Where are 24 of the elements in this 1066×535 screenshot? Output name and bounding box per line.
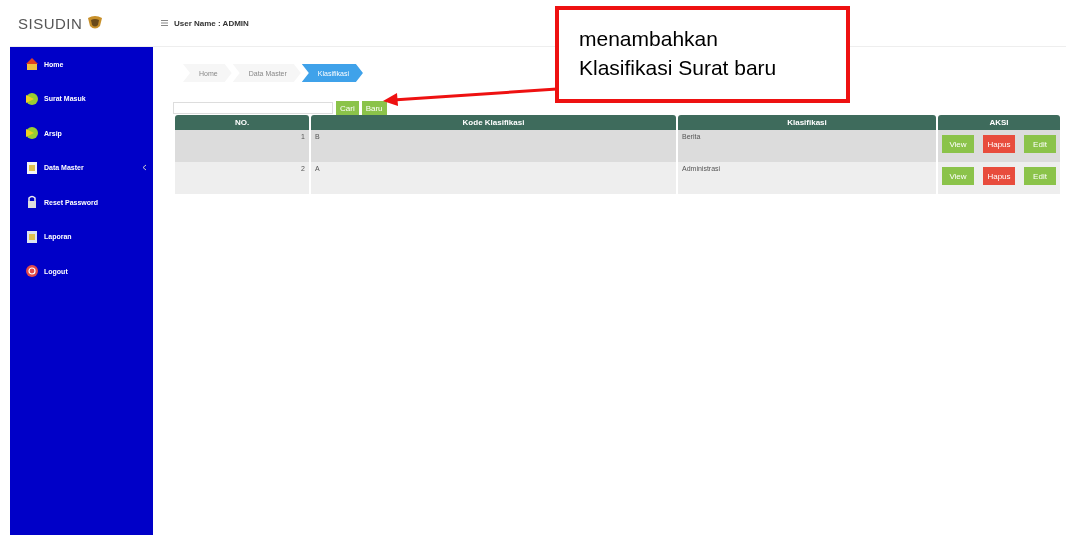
column-header: AKSI bbox=[938, 115, 1060, 130]
annotation-callout: menambahkan Klasifikasi Surat baru bbox=[555, 6, 850, 103]
document-icon bbox=[24, 228, 40, 245]
delete-button[interactable]: Hapus bbox=[983, 167, 1015, 185]
house-icon bbox=[24, 56, 40, 72]
edit-button[interactable]: Edit bbox=[1024, 167, 1056, 185]
column-header: Kode Klasifikasi bbox=[311, 115, 676, 130]
play-icon bbox=[24, 90, 40, 107]
column-header: NO. bbox=[175, 115, 309, 130]
user-name-label: User Name : ADMIN bbox=[174, 18, 249, 28]
search-button[interactable]: Cari bbox=[336, 101, 359, 115]
power-icon bbox=[24, 263, 40, 279]
app-logo-text: SISUDIN bbox=[18, 14, 83, 32]
menu-icon[interactable] bbox=[161, 20, 168, 26]
document-icon bbox=[24, 159, 40, 176]
view-button[interactable]: View bbox=[942, 135, 974, 153]
search-field[interactable] bbox=[173, 102, 333, 114]
edit-button[interactable]: Edit bbox=[1024, 135, 1056, 153]
play-icon bbox=[24, 125, 40, 141]
view-button[interactable]: View bbox=[942, 167, 974, 185]
new-button[interactable]: Baru bbox=[361, 101, 387, 115]
column-header: Klasifikasi bbox=[678, 115, 936, 130]
delete-button[interactable]: Hapus bbox=[983, 135, 1015, 153]
shield-logo-icon bbox=[86, 15, 105, 31]
